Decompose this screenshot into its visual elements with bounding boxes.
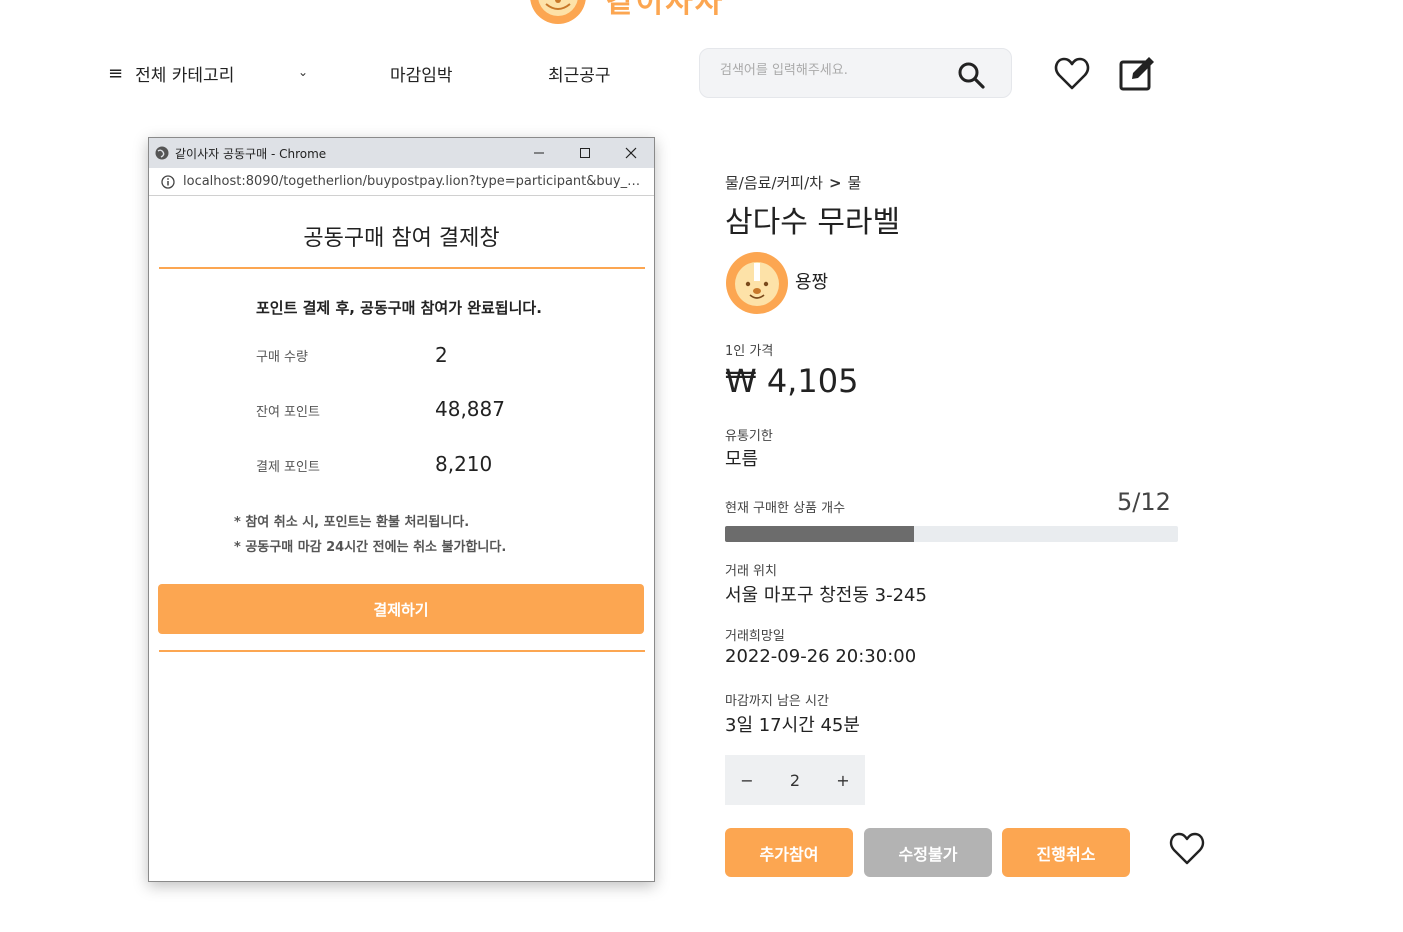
payment-points-value: 8,210 — [435, 452, 493, 476]
quantity-stepper: − 2 + — [725, 755, 865, 805]
minimize-icon — [534, 152, 544, 154]
payment-points-label: 결제 포인트 — [256, 460, 320, 475]
remaining-points-label: 잔여 포인트 — [256, 405, 320, 420]
location-label: 거래 위치 — [725, 564, 777, 579]
main-nav: ≡ 전체 카테고리 ⌄ 마감임박 최근공구 — [0, 48, 1403, 98]
breadcrumb-separator: > — [828, 174, 842, 192]
search-input[interactable] — [720, 63, 940, 78]
remaining-time-value: 3일 17시간 45분 — [725, 715, 860, 736]
quantity-label: 구매 수량 — [256, 350, 308, 365]
seller-name[interactable]: 용짱 — [795, 268, 828, 294]
page-url[interactable]: localhost:8090/togetherlion/buypostpay.l… — [183, 174, 643, 189]
logo-text: 같이사자 — [606, 0, 725, 20]
heart-icon[interactable] — [1054, 57, 1090, 91]
window-titlebar[interactable]: 같이사자 공동구매 - Chrome — [149, 138, 654, 168]
globe-icon — [155, 146, 169, 160]
site-logo[interactable]: 같이사자 — [528, 0, 724, 28]
minimize-button[interactable] — [516, 138, 562, 168]
nav-recent[interactable]: 최근공구 — [548, 48, 611, 98]
purchase-progress-bar — [725, 526, 1178, 542]
category-label: 전체 카테고리 — [135, 65, 235, 86]
decrease-button[interactable]: − — [739, 771, 755, 790]
nav-deadline-label: 마감임박 — [390, 65, 453, 86]
cancel-note: * 공동구매 마감 24시간 전에는 취소 불가합니다. — [234, 540, 507, 555]
date-value: 2022-09-26 20:30:00 — [725, 646, 917, 667]
payment-popup-window: 같이사자 공동구매 - Chrome localhost:8090/togeth… — [148, 137, 655, 882]
heart-icon[interactable] — [1169, 832, 1205, 866]
expiry-label: 유통기한 — [725, 429, 773, 444]
remaining-points-value: 48,887 — [435, 397, 505, 421]
remaining-time-label: 마감까지 남은 시간 — [725, 694, 829, 709]
quantity-value: 2 — [435, 343, 448, 367]
count-value: 5/12 — [1117, 488, 1171, 516]
breadcrumb-subcategory[interactable]: 물 — [848, 174, 862, 192]
chevron-down-icon[interactable]: ⌄ — [298, 65, 308, 79]
join-more-button[interactable]: 추가참여 — [725, 828, 853, 877]
search-bar — [699, 48, 1012, 98]
pay-button[interactable]: 결제하기 — [158, 584, 644, 634]
maximize-button[interactable] — [562, 138, 608, 168]
close-button[interactable] — [608, 138, 654, 168]
edit-icon[interactable] — [1118, 55, 1156, 91]
expiry-value: 모름 — [725, 449, 759, 470]
nav-recent-label: 최근공구 — [548, 65, 611, 86]
date-label: 거래희망일 — [725, 629, 785, 644]
breadcrumb: 물/음료/커피/차 > 물 — [725, 172, 861, 193]
lion-logo-icon — [530, 0, 586, 24]
progress-fill — [725, 526, 914, 542]
close-icon — [625, 147, 637, 159]
nav-deadline[interactable]: 마감임박 — [390, 48, 453, 98]
product-title: 삼다수 무라벨 — [725, 205, 901, 240]
quantity-value: 2 — [789, 770, 801, 790]
refund-note: * 참여 취소 시, 포인트는 환불 처리됩니다. — [234, 515, 470, 530]
price-label: 1인 가격 — [725, 344, 774, 359]
payment-notice: 포인트 결제 후, 공동구매 참여가 완료됩니다. — [256, 299, 542, 317]
popup-title: 공동구매 참여 결제창 — [303, 226, 500, 251]
breadcrumb-category[interactable]: 물/음료/커피/차 — [725, 174, 823, 192]
window-title: 같이사자 공동구매 - Chrome — [175, 146, 327, 161]
menu-icon: ≡ — [108, 62, 124, 84]
search-icon[interactable] — [957, 61, 985, 89]
count-label: 현재 구매한 상품 개수 — [725, 501, 846, 516]
category-menu[interactable]: ≡ 전체 카테고리 — [108, 48, 234, 98]
edit-disabled-button[interactable]: 수정불가 — [864, 828, 992, 877]
divider — [159, 267, 645, 269]
location-value: 서울 마포구 창전동 3-245 — [725, 585, 927, 606]
address-bar[interactable]: localhost:8090/togetherlion/buypostpay.l… — [149, 168, 654, 196]
price-value: ₩ 4,105 — [725, 362, 859, 400]
info-icon[interactable] — [161, 174, 175, 189]
avatar[interactable] — [725, 251, 789, 315]
maximize-icon — [580, 148, 590, 158]
divider — [159, 650, 645, 652]
cancel-progress-button[interactable]: 진행취소 — [1002, 828, 1130, 877]
increase-button[interactable]: + — [835, 771, 851, 790]
